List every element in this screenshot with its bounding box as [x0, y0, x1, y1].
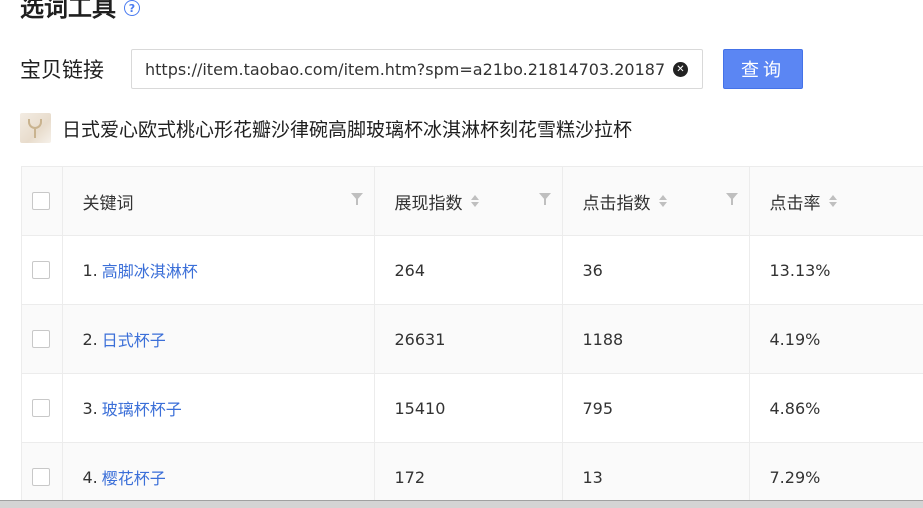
column-ctr[interactable]: 点击率 [749, 167, 923, 236]
table-row: 2. 日式杯子 26631 1188 4.19% [22, 304, 923, 374]
impression-value: 15410 [394, 398, 446, 418]
clicks-value: 1188 [582, 329, 624, 349]
keyword-link[interactable]: 日式杯子 [102, 327, 166, 351]
column-impression[interactable]: 展现指数 [374, 167, 563, 236]
url-input-box[interactable]: ✕ [131, 49, 703, 89]
product-name: 日式爱心欧式桃心形花瓣沙律碗高脚玻璃杯冰淇淋杯刻花雪糕沙拉杯 [62, 118, 633, 141]
row-number: 3. [82, 398, 98, 418]
page-title-text: 选词工具 [20, 0, 116, 22]
table-row: 4. 樱花杯子 172 13 7.29% [22, 442, 923, 502]
column-clicks[interactable]: 点击指数 [562, 167, 750, 236]
column-impression-label: 展现指数 [394, 193, 463, 214]
column-keyword-label: 关键词 [82, 193, 134, 214]
table-row: 1. 高脚冰淇淋杯 264 36 13.13% [22, 235, 923, 305]
page-title: 选词工具 ? [20, 0, 140, 28]
sort-icon[interactable] [828, 195, 837, 207]
product-info: 日式爱心欧式桃心形花瓣沙律碗高脚玻璃杯冰淇淋杯刻花雪糕沙拉杯 [20, 112, 632, 144]
ctr-value: 4.19% [769, 329, 821, 349]
filter-icon[interactable] [350, 193, 363, 205]
keyword-link[interactable]: 樱花杯子 [102, 465, 166, 489]
column-clicks-label: 点击指数 [582, 193, 651, 214]
close-circle-icon[interactable]: ✕ [673, 62, 688, 77]
link-row: 宝贝链接 [20, 48, 130, 90]
row-checkbox[interactable] [32, 261, 50, 279]
filter-icon[interactable] [538, 193, 551, 205]
ctr-value: 7.29% [769, 467, 821, 487]
link-label: 宝贝链接 [20, 58, 104, 82]
select-all-checkbox[interactable] [32, 192, 50, 210]
row-number: 1. [82, 260, 98, 280]
row-checkbox[interactable] [32, 330, 50, 348]
column-keyword[interactable]: 关键词 [62, 167, 375, 236]
clicks-value: 795 [582, 398, 614, 418]
keyword-link[interactable]: 玻璃杯杯子 [102, 396, 182, 420]
ctr-value: 13.13% [769, 260, 831, 280]
product-thumbnail [20, 113, 51, 143]
column-ctr-label: 点击率 [769, 193, 821, 214]
impression-value: 264 [394, 260, 426, 280]
question-circle-icon[interactable]: ? [124, 0, 140, 16]
table-header: 关键词 展现指数 点击指数 点击率 [22, 167, 923, 236]
sort-icon[interactable] [470, 195, 479, 207]
keyword-link[interactable]: 高脚冰淇淋杯 [102, 258, 198, 282]
table-row: 3. 玻璃杯杯子 15410 795 4.86% [22, 373, 923, 443]
row-number: 4. [82, 467, 98, 487]
clicks-value: 13 [582, 467, 603, 487]
sort-icon[interactable] [658, 195, 667, 207]
filter-icon[interactable] [725, 193, 738, 205]
row-number: 2. [82, 329, 98, 349]
row-checkbox[interactable] [32, 468, 50, 486]
clicks-value: 36 [582, 260, 603, 280]
impression-value: 172 [394, 467, 426, 487]
row-checkbox[interactable] [32, 399, 50, 417]
select-all-cell [22, 167, 63, 236]
url-input[interactable] [145, 50, 665, 88]
impression-value: 26631 [394, 329, 446, 349]
ctr-value: 4.86% [769, 398, 821, 418]
keyword-table: 关键词 展现指数 点击指数 点击率 1. 高脚冰淇淋杯 264 36 13.13… [21, 166, 923, 502]
query-button[interactable]: 查询 [723, 49, 803, 89]
